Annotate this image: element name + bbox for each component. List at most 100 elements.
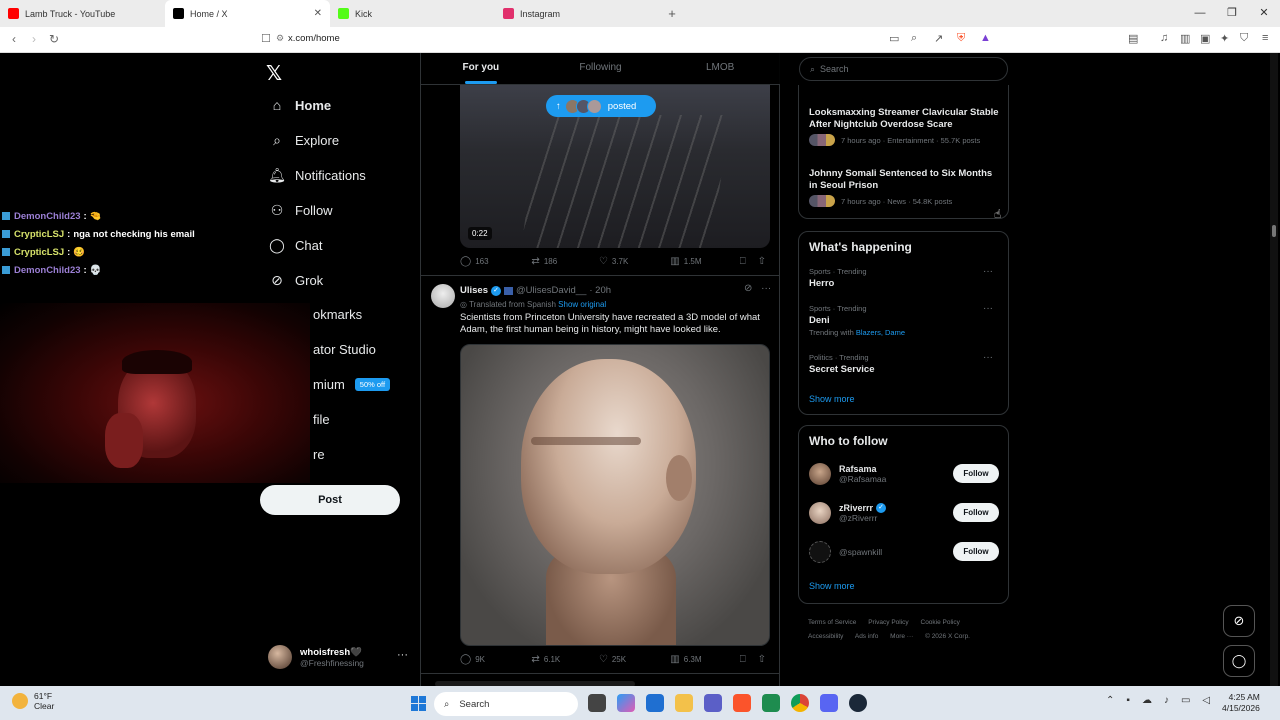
- zoom-icon[interactable]: ⌕: [911, 32, 917, 45]
- forward-icon[interactable]: ›: [24, 32, 44, 46]
- bookmark-button[interactable]: ⎕: [740, 654, 758, 665]
- repost-button[interactable]: ⇄ 6.1K: [531, 654, 598, 665]
- page-scrollbar[interactable]: [1270, 53, 1278, 686]
- grok-icon[interactable]: ⊘: [744, 283, 752, 294]
- new-tab-button[interactable]: +: [660, 0, 684, 27]
- reply-button[interactable]: ◯ 163: [460, 256, 531, 267]
- wallet-icon[interactable]: ▣: [1200, 32, 1210, 45]
- mic-icon[interactable]: ♪: [1164, 695, 1169, 706]
- bookmark-icon[interactable]: ☐: [261, 32, 271, 45]
- store-icon[interactable]: [646, 694, 664, 712]
- app-icon[interactable]: [762, 694, 780, 712]
- tab-lmob[interactable]: LMOB: [660, 53, 780, 84]
- show-original-link[interactable]: Show original: [558, 300, 606, 309]
- messages-float-button[interactable]: ◯: [1223, 645, 1255, 677]
- trend-item[interactable]: Sports · Trending Deni Trending with Bla…: [809, 303, 999, 337]
- vpn-icon[interactable]: ⛉: [1240, 32, 1248, 45]
- tab-youtube[interactable]: Lamb Truck - YouTube: [0, 0, 165, 27]
- tweet-time[interactable]: · 20h: [589, 285, 611, 296]
- views-button[interactable]: ▥ 1.5M: [670, 256, 739, 267]
- copilot-icon[interactable]: [617, 694, 635, 712]
- avatar[interactable]: [431, 284, 455, 308]
- close-tab-icon[interactable]: ✕: [314, 8, 322, 19]
- menu-icon[interactable]: ≡: [1262, 32, 1268, 44]
- music-icon[interactable]: ♫: [1160, 32, 1168, 44]
- steam-icon[interactable]: [849, 694, 867, 712]
- tweet-handle[interactable]: @UlisesDavid__: [516, 285, 586, 296]
- tab-for-you[interactable]: For you: [421, 53, 541, 84]
- repost-button[interactable]: ⇄ 186: [531, 256, 598, 267]
- weather-widget[interactable]: 61°F Clear: [12, 691, 54, 711]
- folder-icon[interactable]: [675, 694, 693, 712]
- share-icon[interactable]: ↗: [934, 32, 943, 45]
- trend-item[interactable]: Politics · Trending Secret Service ···: [809, 352, 999, 375]
- new-posts-pill[interactable]: ↑ posted: [546, 95, 656, 117]
- scrollbar-thumb[interactable]: [1272, 225, 1276, 237]
- taskbar-clock[interactable]: 4:25 AM 4/15/2026: [1222, 692, 1260, 714]
- nav-creator-studio[interactable]: ator Studio: [313, 342, 376, 357]
- more-icon[interactable]: ···: [761, 283, 771, 294]
- windows-start-icon[interactable]: [411, 696, 426, 711]
- tab-x-home[interactable]: Home / X ✕: [165, 0, 330, 27]
- more-icon[interactable]: ···: [983, 352, 993, 363]
- monitor-icon[interactable]: ▭: [1181, 695, 1190, 706]
- more-icon[interactable]: ···: [397, 649, 408, 661]
- footer-link[interactable]: Accessibility: [808, 633, 843, 640]
- footer-link[interactable]: Privacy Policy: [868, 619, 908, 626]
- tweet-image[interactable]: [460, 344, 770, 646]
- brave-rewards-icon[interactable]: ▲: [980, 32, 991, 44]
- tweet-author[interactable]: Ulises: [460, 285, 488, 296]
- like-button[interactable]: ♡ 3.7K: [599, 256, 670, 267]
- account-switcher[interactable]: whoisfresh🖤 @Freshfinessing: [268, 645, 364, 669]
- search-input[interactable]: ⌕ Search: [799, 57, 1008, 81]
- ai-icon[interactable]: ✦: [1220, 32, 1229, 45]
- nav-more[interactable]: re: [313, 447, 325, 462]
- app-tray-icon[interactable]: ▪: [1126, 695, 1130, 706]
- show-more-link[interactable]: Show more: [809, 581, 855, 591]
- follow-button[interactable]: Follow: [953, 464, 999, 483]
- news-item[interactable]: Johnny Somali Sentenced to Six Months in…: [809, 168, 999, 207]
- follow-suggestion[interactable]: Rafsama @Rafsamaa Follow: [809, 459, 999, 489]
- nav-profile[interactable]: file: [313, 412, 330, 427]
- task-view-icon[interactable]: [588, 694, 606, 712]
- reply-button[interactable]: ◯ 9K: [460, 654, 531, 665]
- nav-premium[interactable]: mium 50% off: [313, 377, 391, 392]
- close-window-icon[interactable]: ✕: [1248, 0, 1280, 27]
- tab-instagram[interactable]: Instagram: [495, 0, 660, 27]
- cloud-icon[interactable]: ☁: [1142, 695, 1152, 706]
- chevron-up-icon[interactable]: ⌃: [1106, 695, 1114, 706]
- restore-icon[interactable]: ❐: [1216, 0, 1248, 27]
- chrome-icon[interactable]: [791, 694, 809, 712]
- more-icon[interactable]: ···: [983, 303, 993, 314]
- trending-with-links[interactable]: Blazers, Dame: [856, 328, 905, 337]
- nav-bookmarks[interactable]: okmarks: [313, 307, 362, 322]
- grok-float-button[interactable]: ⊘: [1223, 605, 1255, 637]
- bookmark-button[interactable]: ⎕: [740, 256, 758, 267]
- views-button[interactable]: ▥ 6.3M: [670, 654, 739, 665]
- follow-suggestion[interactable]: zRiverrr ✓ @zRiverrr Follow: [809, 498, 999, 528]
- footer-link[interactable]: Cookie Policy: [921, 619, 960, 626]
- brave-icon[interactable]: [733, 694, 751, 712]
- back-icon[interactable]: ‹: [4, 32, 24, 46]
- post-button[interactable]: Post: [260, 485, 400, 515]
- follow-button[interactable]: Follow: [953, 503, 999, 522]
- reload-icon[interactable]: ↻: [44, 32, 64, 46]
- cast-icon[interactable]: ▭: [889, 32, 899, 45]
- footer-link[interactable]: Terms of Service: [808, 619, 856, 626]
- discord-icon[interactable]: [820, 694, 838, 712]
- follow-button[interactable]: Follow: [953, 542, 999, 561]
- volume-icon[interactable]: ◁: [1202, 695, 1210, 706]
- brave-shield-icon[interactable]: ⛨: [957, 32, 965, 45]
- share-button[interactable]: ⇧: [758, 654, 770, 665]
- footer-link[interactable]: More ···: [890, 633, 913, 640]
- minimize-icon[interactable]: —: [1184, 0, 1216, 27]
- more-icon[interactable]: ···: [983, 266, 993, 277]
- site-info-icon[interactable]: ⚙: [276, 33, 284, 44]
- panel-icon[interactable]: ▥: [1180, 32, 1190, 45]
- like-button[interactable]: ♡ 25K: [599, 654, 670, 665]
- tab-following[interactable]: Following: [541, 53, 661, 84]
- news-item[interactable]: Looksmaxxing Streamer Clavicular Stable …: [809, 107, 999, 146]
- teams-icon[interactable]: [704, 694, 722, 712]
- share-button[interactable]: ⇧: [758, 256, 770, 267]
- show-more-link[interactable]: Show more: [809, 394, 855, 404]
